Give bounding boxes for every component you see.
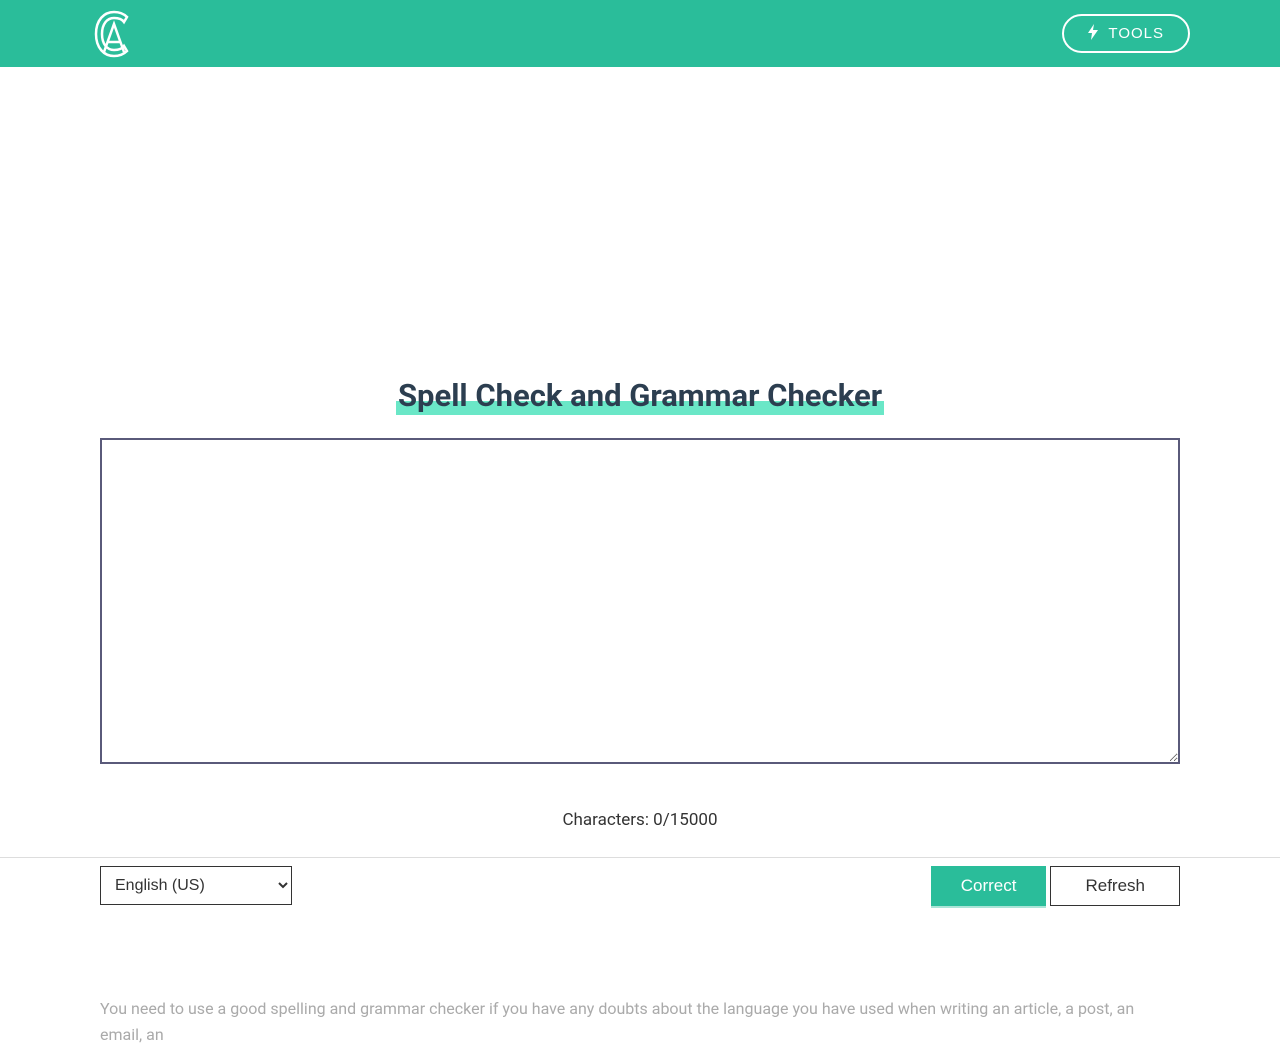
logo[interactable]: [90, 8, 138, 60]
tools-label: TOOLS: [1108, 25, 1164, 42]
textarea-wrapper: [100, 438, 1180, 768]
language-select[interactable]: English (US): [100, 866, 292, 905]
title-section: Spell Check and Grammar Checker: [100, 67, 1180, 414]
page-title: Spell Check and Grammar Checker: [396, 377, 884, 414]
lightning-icon: [1088, 24, 1098, 43]
char-counter: Characters: 0/15000: [100, 810, 1180, 830]
buttons-group: Correct Refresh: [931, 866, 1180, 906]
text-input[interactable]: [100, 438, 1180, 764]
divider-line: [0, 857, 1280, 858]
correct-button[interactable]: Correct: [931, 866, 1047, 906]
description-text: You need to use a good spelling and gram…: [100, 996, 1180, 1047]
refresh-button[interactable]: Refresh: [1050, 866, 1180, 906]
logo-icon: [90, 8, 138, 60]
controls-row: English (US) Correct Refresh: [100, 866, 1180, 906]
tools-button[interactable]: TOOLS: [1062, 14, 1190, 53]
header: TOOLS: [0, 0, 1280, 67]
main-content: Spell Check and Grammar Checker Characte…: [85, 67, 1195, 1047]
